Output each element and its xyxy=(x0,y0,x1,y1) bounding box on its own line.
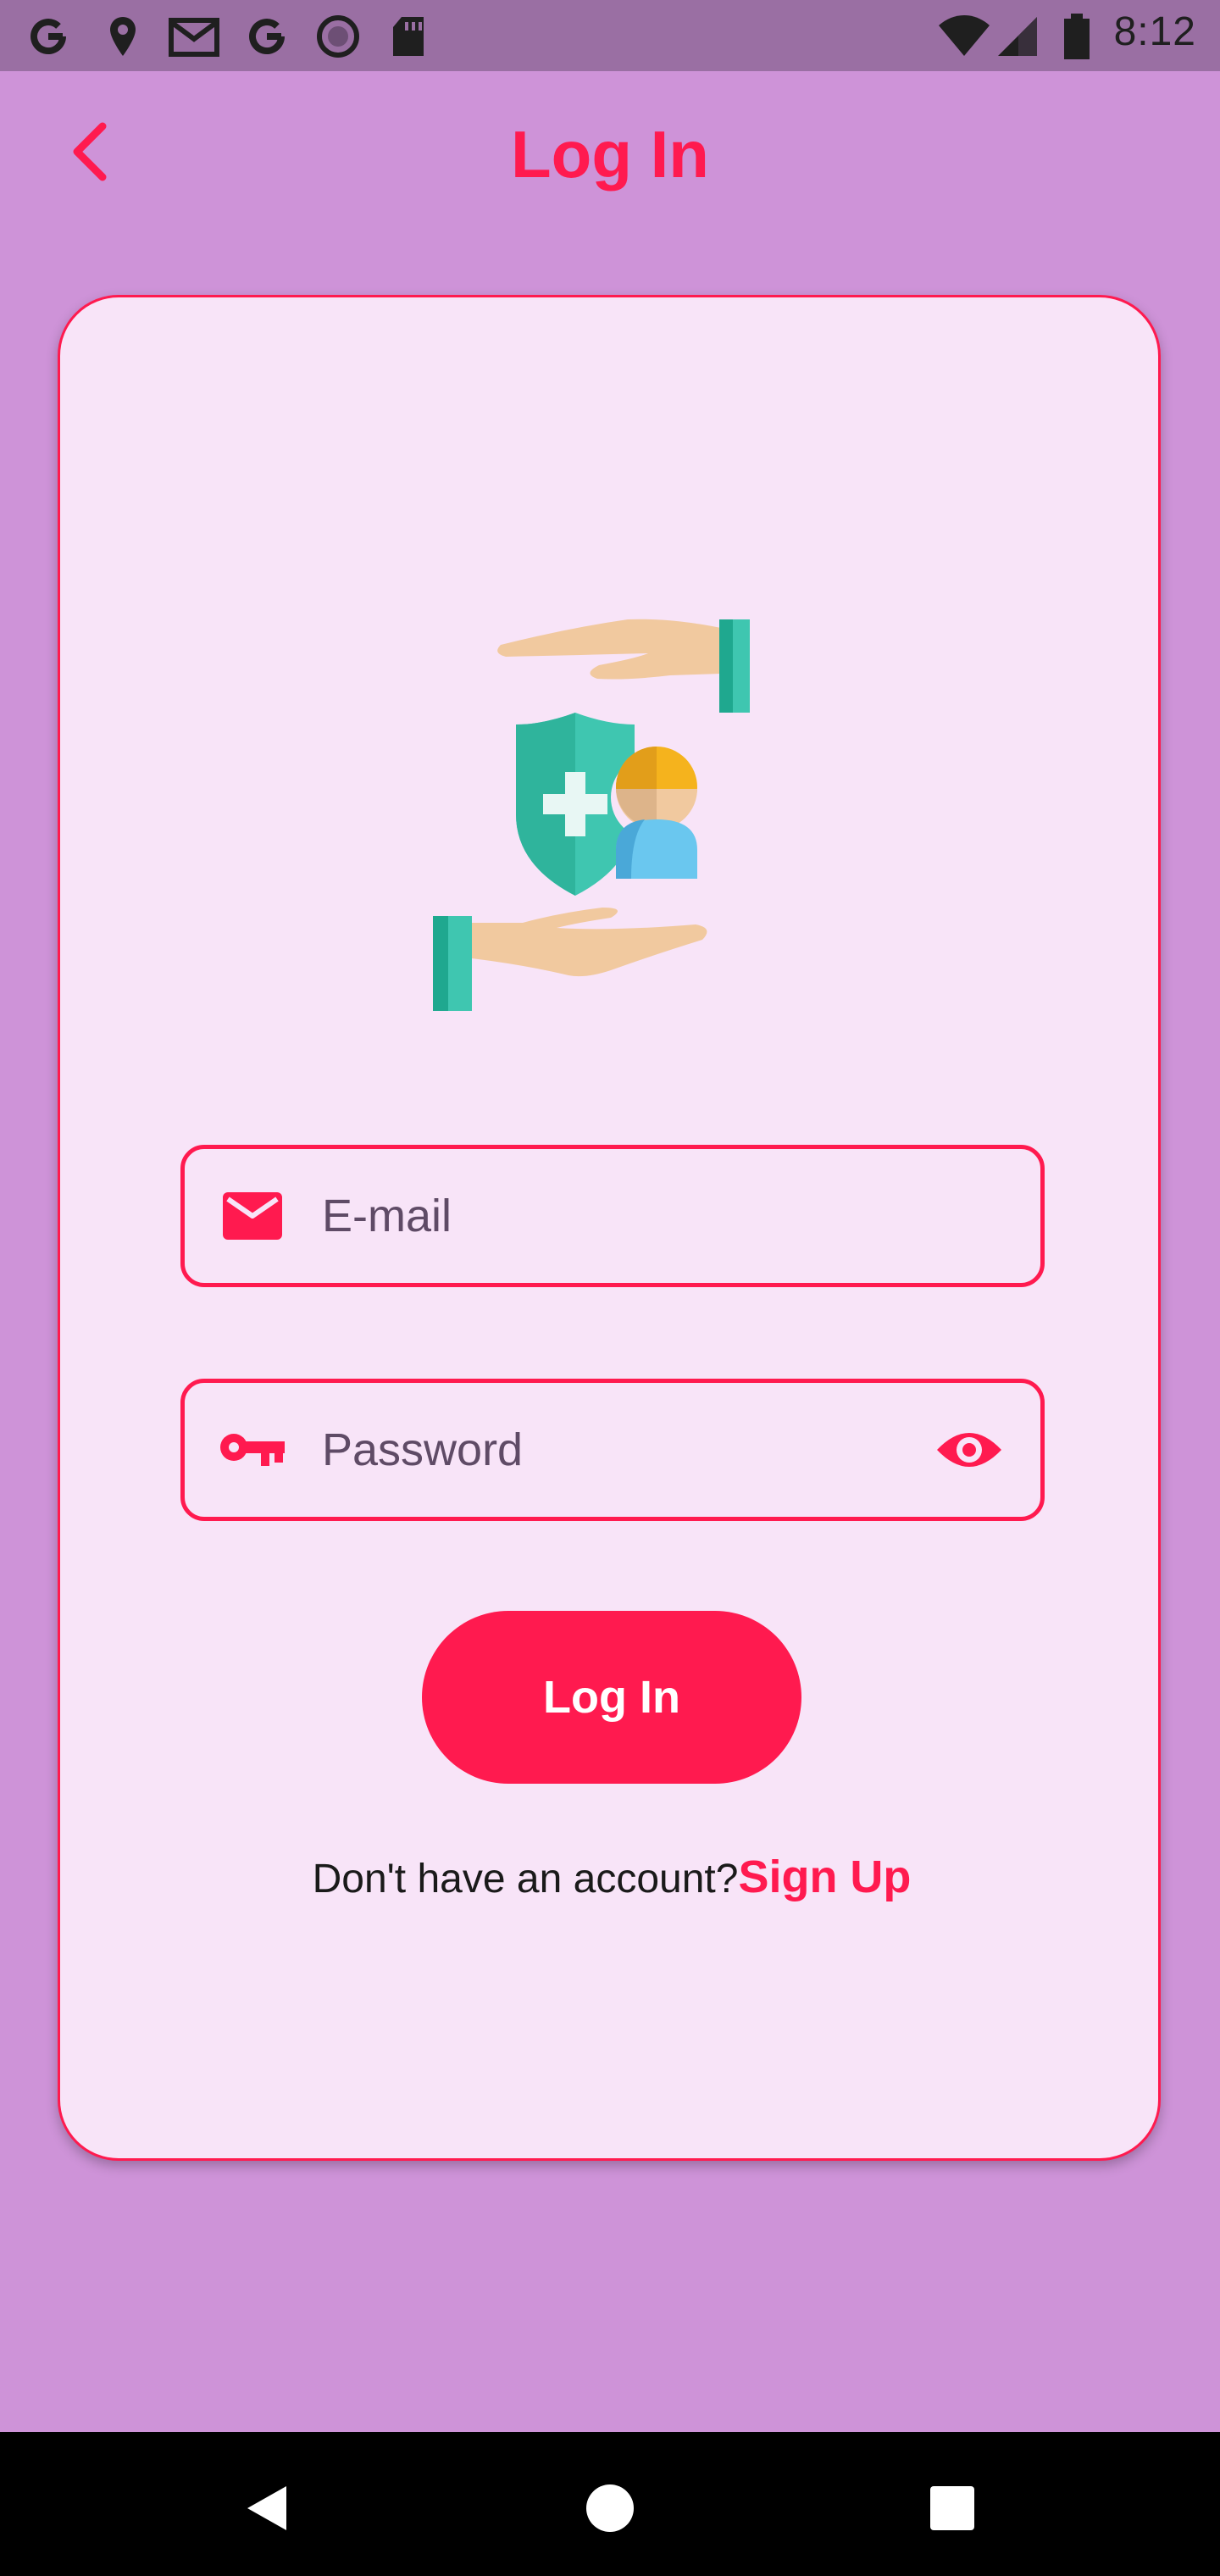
cell-signal-icon xyxy=(998,17,1037,56)
status-bar: 8:12 xyxy=(0,0,1220,71)
google-icon xyxy=(249,19,285,55)
login-button[interactable]: Log In xyxy=(422,1611,801,1784)
wifi-icon xyxy=(939,15,990,56)
app-bar: Log In xyxy=(0,71,1220,241)
signup-prompt-row: Don't have an account?Sign Up xyxy=(60,1852,1163,1905)
back-button[interactable] xyxy=(51,114,127,190)
nav-recents-button[interactable] xyxy=(910,2466,995,2551)
email-input[interactable]: E-mail xyxy=(322,1190,1040,1242)
status-time: 8:12 xyxy=(1113,9,1196,54)
login-card: E-mail Password Log In Don't have an acc… xyxy=(58,295,1161,2161)
page-title: Log In xyxy=(511,117,709,192)
password-input[interactable]: Password xyxy=(322,1424,929,1476)
back-triangle-icon xyxy=(247,2486,286,2530)
signup-link[interactable]: Sign Up xyxy=(738,1852,911,1902)
envelope-icon xyxy=(219,1182,286,1250)
sd-card-icon xyxy=(393,17,424,56)
insurance-hands-shield-person-icon xyxy=(433,619,750,1011)
circle-app-icon xyxy=(317,15,359,58)
nav-home-button[interactable] xyxy=(568,2466,652,2551)
email-field[interactable]: E-mail xyxy=(180,1145,1045,1287)
gmail-icon xyxy=(169,18,219,57)
nav-back-button[interactable] xyxy=(225,2466,310,2551)
location-pin-icon xyxy=(110,17,136,56)
recents-square-icon xyxy=(930,2486,974,2530)
password-field[interactable]: Password xyxy=(180,1379,1045,1521)
battery-icon xyxy=(1064,14,1090,59)
google-icon xyxy=(30,19,66,55)
system-nav-bar xyxy=(0,2432,1220,2576)
eye-icon[interactable] xyxy=(929,1409,1010,1491)
key-icon xyxy=(219,1416,286,1484)
signup-prompt-text: Don't have an account? xyxy=(312,1857,739,1901)
home-circle-icon xyxy=(586,2484,634,2532)
chevron-left-icon xyxy=(73,122,107,181)
